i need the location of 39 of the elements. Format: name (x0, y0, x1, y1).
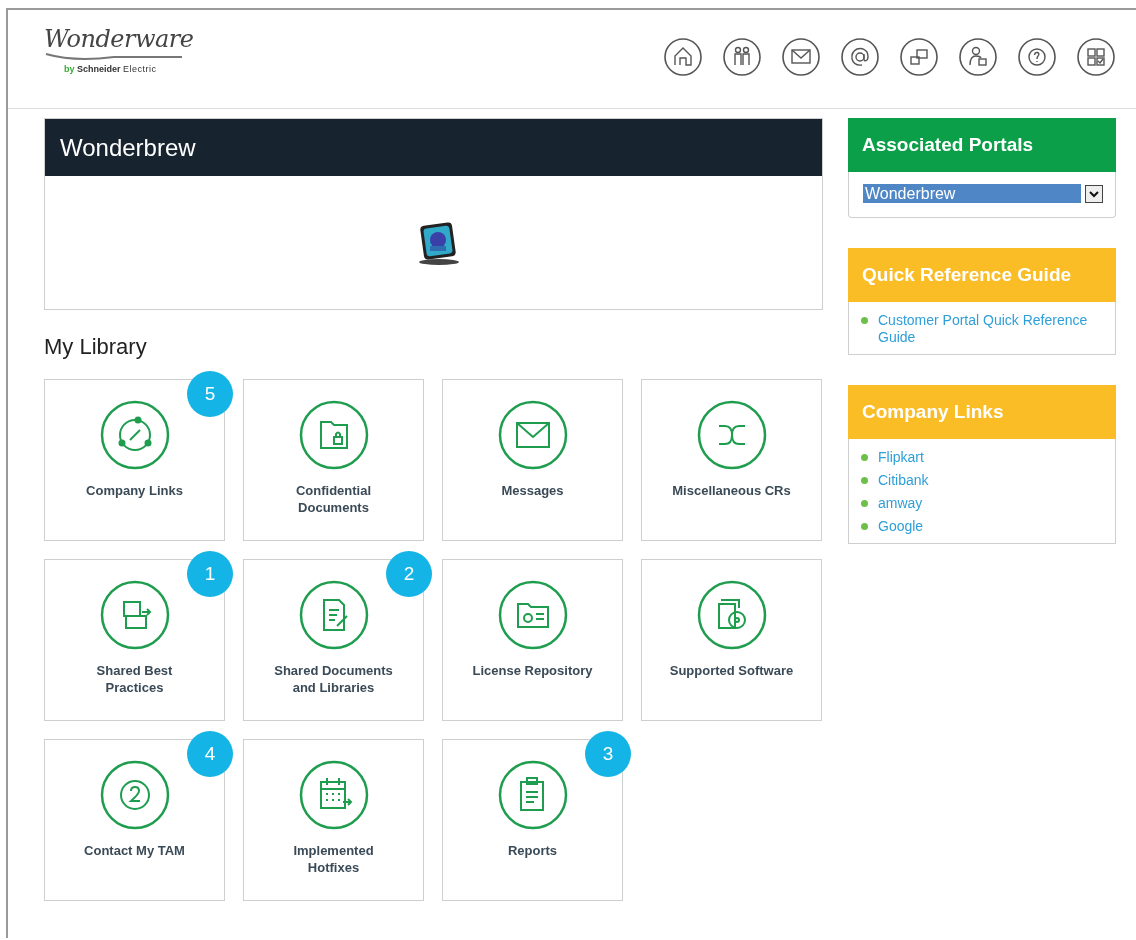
library-tile[interactable]: Supported Software (641, 559, 822, 721)
number-badge: 4 (187, 731, 233, 777)
panel-title: Quick Reference Guide (862, 264, 1072, 286)
merge-icon (696, 400, 767, 470)
bullet-dot (861, 454, 868, 461)
caret-icon (1085, 184, 1103, 203)
library-tile[interactable]: Implemented Hotfixes (243, 739, 424, 901)
help-icon[interactable] (1017, 37, 1057, 77)
banner-title: Wonderbrew (60, 133, 196, 162)
windows-icon[interactable] (899, 37, 939, 77)
bullet-dot (861, 523, 868, 530)
library-tile[interactable]: Confidential Documents (243, 379, 424, 541)
disc-icon (696, 580, 767, 650)
bullet-dot (861, 317, 868, 324)
folder-certificate-icon (497, 580, 568, 650)
people-icon[interactable] (722, 37, 762, 77)
bullet-dot (861, 477, 868, 484)
panel-title: Company Links (862, 401, 1004, 423)
number-badge: 3 (585, 731, 631, 777)
link-icon (99, 400, 170, 470)
files-icon (99, 580, 170, 650)
number-badge: 1 (187, 551, 233, 597)
checklist-icon[interactable] (1076, 37, 1116, 77)
library-tile[interactable]: Messages (442, 379, 623, 541)
number-badge: 5 (187, 371, 233, 417)
home-icon[interactable] (663, 37, 703, 77)
clipboard-icon (497, 760, 568, 830)
calendar-icon (298, 760, 369, 830)
panel-title: Associated Portals (862, 134, 1034, 156)
number-badge: 2 (386, 551, 432, 597)
document-edit-icon (298, 580, 369, 650)
at-sign-icon[interactable] (840, 37, 880, 77)
bullet-dot (861, 500, 868, 507)
folder-lock-icon (298, 400, 369, 470)
mail-icon[interactable] (781, 37, 821, 77)
envelope-icon (497, 400, 568, 470)
section-title: My Library (44, 334, 148, 360)
library-tile[interactable]: Miscellaneous CRs (641, 379, 822, 541)
library-tile[interactable]: License Repository (442, 559, 623, 721)
